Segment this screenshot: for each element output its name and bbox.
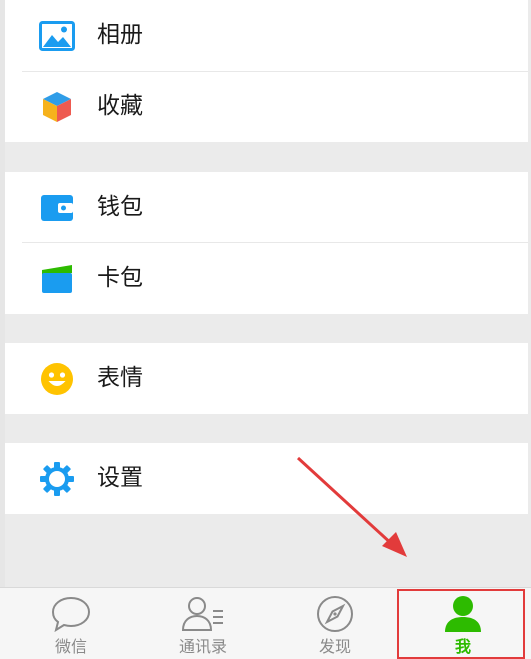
menu-item-label: 相册 <box>97 22 143 48</box>
chat-bubble-icon <box>48 593 94 635</box>
menu-item-settings[interactable]: 设置 <box>5 443 528 514</box>
menu-item-cards[interactable]: 卡包 <box>5 243 528 314</box>
tab-me[interactable]: 我 <box>397 588 529 659</box>
contacts-icon <box>180 593 226 635</box>
wallet-icon <box>39 190 75 226</box>
cube-icon <box>39 89 75 125</box>
menu-item-label: 表情 <box>97 365 143 391</box>
compass-icon <box>312 593 358 635</box>
tab-label: 通讯录 <box>178 637 227 656</box>
tab-label: 微信 <box>54 637 87 656</box>
card-holder-icon <box>39 261 75 297</box>
picture-icon <box>39 18 75 54</box>
menu-item-label: 钱包 <box>97 194 143 220</box>
tab-chats[interactable]: 微信 <box>5 588 137 659</box>
menu-item-label: 收藏 <box>97 93 143 119</box>
group-settings: 设置 <box>5 443 528 514</box>
menu-item-label: 设置 <box>97 465 143 491</box>
menu-item-label: 卡包 <box>97 265 143 291</box>
menu-item-album[interactable]: 相册 <box>5 0 528 71</box>
group-payment: 钱包 卡包 <box>5 172 528 314</box>
bottom-tab-bar: 微信 通讯录 发现 我 <box>0 587 531 659</box>
me-page: 相册 收藏 钱包 卡包 表情 设置 微信 通讯录 发现 我 <box>0 0 531 659</box>
tab-discover[interactable]: 发现 <box>269 588 401 659</box>
tab-label: 我 <box>454 637 471 656</box>
menu-item-wallet[interactable]: 钱包 <box>5 172 528 243</box>
group-stickers: 表情 <box>5 343 528 414</box>
gear-icon <box>39 461 75 497</box>
person-icon <box>440 593 486 635</box>
group-media: 相册 收藏 <box>5 0 528 142</box>
smiley-icon <box>39 361 75 397</box>
menu-item-favorites[interactable]: 收藏 <box>5 71 528 142</box>
tab-contacts[interactable]: 通讯录 <box>137 588 269 659</box>
tab-label: 发现 <box>318 637 351 656</box>
menu-item-stickers[interactable]: 表情 <box>5 343 528 414</box>
